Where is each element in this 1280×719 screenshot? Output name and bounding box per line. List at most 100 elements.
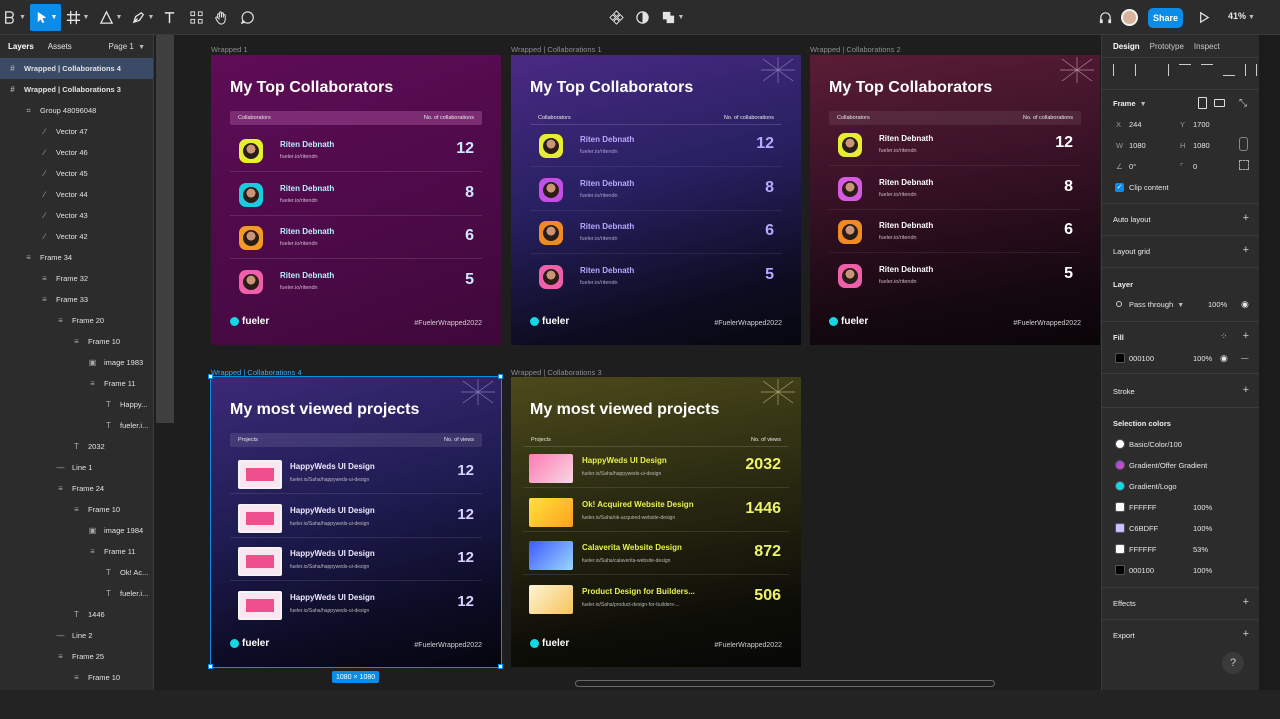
color-swatch[interactable]	[1115, 481, 1125, 491]
color-opacity[interactable]: 100%	[1193, 566, 1212, 575]
layer-row[interactable]: ≡ Frame 10	[0, 499, 153, 520]
layer-row[interactable]: ≡ Frame 20	[0, 310, 153, 331]
comment-tool-icon[interactable]	[238, 4, 256, 31]
fill-swatch[interactable]	[1115, 353, 1125, 363]
add-auto-layout-icon[interactable]: +	[1243, 212, 1249, 224]
landscape-icon[interactable]	[1214, 99, 1225, 107]
help-button[interactable]: ?	[1222, 652, 1244, 674]
add-stroke-icon[interactable]: +	[1243, 384, 1249, 396]
layer-opacity-input[interactable]: 100%	[1208, 300, 1227, 309]
projects-frame[interactable]: My most viewed projects Projects No. of …	[210, 376, 502, 668]
layer-row[interactable]: Tfueler.i...	[0, 583, 153, 604]
zoom-level[interactable]: 41% ▼	[1228, 11, 1255, 21]
layer-row[interactable]: ≡ Frame 34	[0, 247, 153, 268]
blend-mode-select[interactable]: Pass through ▼	[1129, 300, 1184, 309]
component-icon[interactable]	[607, 4, 625, 31]
resize-handle[interactable]	[498, 664, 503, 669]
collab-frame[interactable]: My Top Collaborators Collaborators No. o…	[511, 55, 801, 345]
tab-prototype[interactable]: Prototype	[1150, 42, 1184, 51]
align-top-icon[interactable]	[1179, 64, 1191, 76]
collab-frame[interactable]: My Top Collaborators Collaborators No. o…	[211, 55, 501, 345]
layer-row[interactable]: ≡ Frame 24	[0, 478, 153, 499]
headphones-icon[interactable]	[1096, 4, 1114, 31]
visibility-eye-icon[interactable]: ◉	[1241, 299, 1249, 310]
layer-row[interactable]: ≡ Frame 25	[0, 646, 153, 667]
fill-styles-icon[interactable]: ⁘	[1220, 331, 1228, 342]
collab-frame[interactable]: My Top Collaborators Collaborators No. o…	[810, 55, 1100, 345]
page-selector[interactable]: Page 1 ▼	[108, 42, 145, 51]
text-tool-icon[interactable]	[160, 4, 178, 31]
remove-fill-icon[interactable]: —	[1241, 353, 1249, 362]
color-swatch[interactable]	[1115, 544, 1125, 554]
layer-row[interactable]: ∕ Vector 44	[0, 184, 153, 205]
canvas[interactable]: Wrapped 1 My Top Collaborators Collabora…	[174, 35, 1100, 690]
layer-row[interactable]: ∕ Vector 45	[0, 163, 153, 184]
tab-design[interactable]: Design	[1113, 42, 1140, 51]
clip-content-checkbox[interactable]: ✓	[1115, 183, 1124, 192]
distribute-icon[interactable]	[1245, 64, 1257, 76]
independent-corners-icon[interactable]	[1239, 160, 1249, 170]
resize-handle[interactable]	[498, 374, 503, 379]
resize-to-fit-icon[interactable]: ⤡	[1239, 98, 1247, 109]
radius-input[interactable]: 0	[1193, 162, 1197, 171]
hand-tool-icon[interactable]	[212, 4, 230, 31]
frame-label[interactable]: Wrapped | Collaborations 2	[810, 45, 901, 54]
layer-row[interactable]: T 2032	[0, 436, 153, 457]
constrain-proportions-icon[interactable]	[1239, 137, 1248, 151]
color-swatch[interactable]	[1115, 460, 1125, 470]
main-menu-icon[interactable]: ▼	[2, 4, 26, 31]
layer-row[interactable]: ≡ Frame 10	[0, 667, 153, 688]
layer-row[interactable]: ⌗ Group 48096048	[0, 100, 153, 121]
w-input[interactable]: 1080	[1129, 141, 1146, 150]
frame-section-title[interactable]: Frame ▼	[1113, 99, 1147, 108]
rotation-input[interactable]: 0°	[1129, 162, 1136, 171]
layer-row[interactable]: ∕ Vector 42	[0, 226, 153, 247]
align-bottom-icon[interactable]	[1223, 64, 1235, 76]
mask-icon[interactable]	[633, 4, 651, 31]
layer-row[interactable]: ∕ Vector 43	[0, 205, 153, 226]
y-input[interactable]: 1700	[1193, 120, 1210, 129]
frame-label[interactable]: Wrapped | Collaborations 3	[511, 368, 602, 377]
add-export-icon[interactable]: +	[1243, 628, 1249, 640]
layer-row[interactable]: ≡ Frame 11	[0, 373, 153, 394]
present-play-icon[interactable]	[1194, 4, 1212, 31]
fill-hex-input[interactable]: 000100	[1129, 354, 1154, 363]
resources-icon[interactable]	[187, 4, 205, 31]
resize-handle[interactable]	[208, 664, 213, 669]
layer-row[interactable]: T Ok! Ac...	[0, 562, 153, 583]
layers-scrollbar[interactable]	[156, 35, 174, 423]
layer-row[interactable]: ∕ Vector 46	[0, 142, 153, 163]
align-right-icon[interactable]	[1157, 64, 1169, 76]
fill-visibility-eye-icon[interactable]: ◉	[1220, 353, 1228, 364]
align-center-h-icon[interactable]	[1135, 64, 1147, 76]
layer-row[interactable]: ▣ image 1983	[0, 352, 153, 373]
layer-row[interactable]: ≡ Frame 10	[0, 331, 153, 352]
resize-handle[interactable]	[208, 374, 213, 379]
fill-opacity-input[interactable]: 100%	[1193, 354, 1212, 363]
x-input[interactable]: 244	[1129, 120, 1142, 129]
boolean-icon[interactable]: ▼	[659, 4, 686, 31]
add-fill-icon[interactable]: +	[1243, 330, 1249, 342]
color-swatch[interactable]	[1115, 565, 1125, 575]
color-swatch[interactable]	[1115, 523, 1125, 533]
layer-row[interactable]: T 1446	[0, 604, 153, 625]
layer-row[interactable]: T Happy...	[0, 394, 153, 415]
layer-row[interactable]: ∕ Vector 47	[0, 121, 153, 142]
portrait-icon[interactable]	[1198, 97, 1207, 109]
shape-tool-icon[interactable]: ▼	[97, 4, 124, 31]
layer-row[interactable]: ≡ Frame 32	[0, 268, 153, 289]
canvas-horizontal-scrollbar[interactable]	[575, 680, 995, 687]
layer-row[interactable]: ▣ image 1984	[0, 520, 153, 541]
layer-row[interactable]: ≡ Frame 33	[0, 289, 153, 310]
color-swatch[interactable]	[1115, 439, 1125, 449]
share-button[interactable]: Share	[1148, 8, 1183, 28]
h-input[interactable]: 1080	[1193, 141, 1210, 150]
move-tool-icon[interactable]: ▼	[30, 4, 61, 31]
frame-tool-icon[interactable]: ▼	[64, 4, 91, 31]
frame-label[interactable]: Wrapped | Collaborations 1	[511, 45, 602, 54]
layer-row[interactable]: # Wrapped | Collaborations 3	[0, 79, 153, 100]
frame-label[interactable]: Wrapped | Collaborations 4	[211, 368, 302, 377]
align-left-icon[interactable]	[1113, 64, 1125, 76]
tab-layers[interactable]: Layers	[8, 42, 34, 51]
align-middle-icon[interactable]	[1201, 64, 1213, 76]
